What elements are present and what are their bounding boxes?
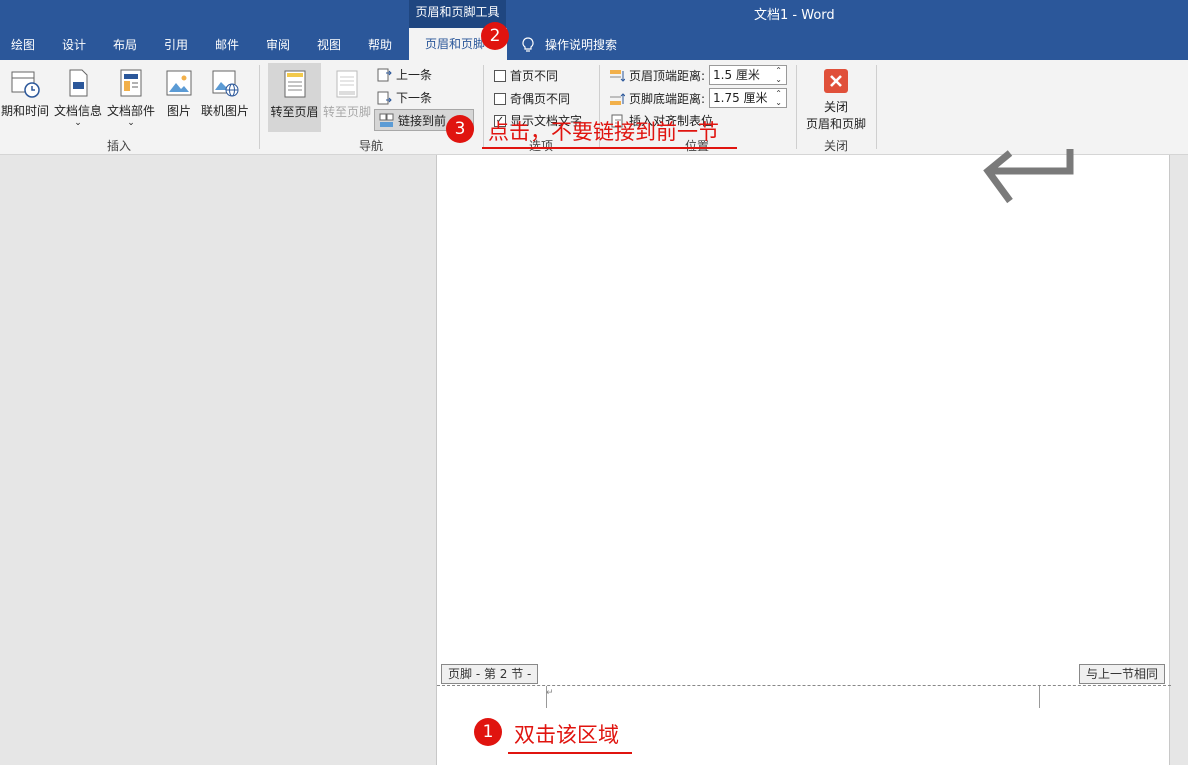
previous-section-icon [377, 68, 392, 82]
header-distance-label-row: 页眉顶端距离: [609, 67, 705, 84]
header-distance-input[interactable]: 1.5 厘米 ⌃ ⌄ [709, 65, 787, 85]
group-separator [259, 65, 260, 149]
footer-distance-input[interactable]: 1.75 厘米 ⌃ ⌄ [709, 88, 787, 108]
annotation-underline-3 [482, 147, 737, 149]
first-page-different-checkbox[interactable]: 首页不同 [494, 67, 558, 84]
group-label-navigation: 导航 [359, 139, 384, 153]
tab-layout[interactable]: 布局 [113, 36, 137, 53]
picture-label: 图片 [166, 104, 191, 118]
link-to-previous-label: 链接到前 [398, 113, 447, 128]
group-label-close: 关闭 [824, 139, 849, 153]
group-separator [483, 65, 484, 149]
annotation-text-1: 双击该区域 [514, 723, 619, 747]
same-as-previous-tag: 与上一节相同 [1078, 664, 1165, 684]
annotation-text-3: 点击，不要链接到前一节 [488, 120, 719, 144]
odd-even-different-checkbox[interactable]: 奇偶页不同 [494, 90, 570, 107]
quick-parts-label: 文档部件 [106, 104, 155, 118]
next-label: 下一条 [396, 91, 433, 105]
first-page-different-label: 首页不同 [510, 69, 559, 83]
chevron-down-icon: ⌄ [127, 118, 135, 128]
date-time-button[interactable]: 期和时间 [0, 68, 50, 119]
chevron-down-icon: ⌄ [74, 118, 82, 128]
online-picture-label: 联机图片 [200, 104, 249, 118]
footer-section-tag: 页脚 - 第 2 节 - [441, 664, 539, 684]
footer-distance-label-row: 页脚底端距离: [609, 90, 705, 107]
next-section-icon [377, 91, 392, 105]
header-distance-label: 页眉顶端距离: [629, 69, 706, 83]
tab-draw[interactable]: 绘图 [11, 36, 35, 53]
annotation-badge-3: 3 [446, 115, 474, 143]
tab-references[interactable]: 引用 [164, 36, 188, 53]
spinner-arrows-icon[interactable]: ⌃ ⌄ [775, 89, 782, 107]
group-separator [876, 65, 877, 149]
odd-even-different-label: 奇偶页不同 [510, 92, 571, 106]
goto-footer-icon [336, 70, 358, 98]
annotation-badge-1: 1 [474, 718, 502, 746]
group-separator [796, 65, 797, 149]
link-to-previous-icon [379, 113, 394, 127]
close-icon [824, 69, 848, 93]
footer-distance-value: 1.75 厘米 [713, 91, 768, 105]
previous-label: 上一条 [396, 68, 433, 82]
online-picture-icon [212, 70, 239, 97]
header-from-top-icon [610, 69, 625, 82]
quick-parts-button[interactable]: 文档部件 ⌄ [105, 68, 157, 128]
checkbox-box [494, 69, 506, 82]
document-info-button[interactable]: 文档信息 ⌄ [52, 68, 104, 128]
title-bar: 页眉和页脚工具 文档1 - Word 绘图 设计 布局 引用 邮件 审阅 视图 … [0, 0, 1188, 60]
footer-distance-label: 页脚底端距离: [629, 92, 706, 106]
spinner-arrows-icon[interactable]: ⌃ ⌄ [775, 66, 782, 84]
calendar-clock-icon [11, 71, 40, 98]
document-info-label: 文档信息 [53, 104, 102, 118]
tab-view[interactable]: 视图 [317, 36, 341, 53]
goto-footer-button: 转至页脚 [322, 69, 372, 120]
document-title: 文档1 - Word [754, 8, 835, 23]
close-header-footer-button[interactable]: 关闭 页眉和页脚 [803, 68, 869, 132]
annotation-badge-2: 2 [481, 22, 509, 50]
lightbulb-icon [522, 36, 534, 52]
online-picture-button[interactable]: 联机图片 [199, 68, 251, 119]
goto-header-icon [284, 70, 305, 98]
goto-footer-label: 转至页脚 [322, 105, 371, 119]
annotation-underline-1 [508, 752, 632, 754]
tell-me-search[interactable]: 操作说明搜索 [521, 36, 617, 53]
picture-icon [166, 70, 192, 96]
next-button[interactable]: 下一条 [377, 89, 432, 106]
close-label-line1: 关闭 [823, 100, 848, 114]
previous-button[interactable]: 上一条 [377, 66, 432, 83]
document-page[interactable]: 页脚 - 第 2 节 - 与上一节相同 ↵ [436, 149, 1171, 765]
date-time-label: 期和时间 [0, 104, 49, 118]
group-label-insert: 插入 [107, 139, 132, 153]
tab-design[interactable]: 设计 [62, 36, 86, 53]
document-info-icon [69, 69, 88, 97]
goto-header-button[interactable]: 转至页眉 [268, 63, 321, 132]
tell-me-label: 操作说明搜索 [545, 38, 618, 52]
checkbox-box [494, 92, 506, 105]
footer-from-bottom-icon [610, 92, 625, 105]
tab-help[interactable]: 帮助 [368, 36, 392, 53]
header-distance-value: 1.5 厘米 [713, 68, 760, 82]
close-label-line2: 页眉和页脚 [805, 117, 866, 131]
tab-review[interactable]: 审阅 [266, 36, 290, 53]
quick-parts-icon [120, 69, 142, 97]
paragraph-return-mark-icon [983, 149, 1074, 204]
goto-header-label: 转至页眉 [270, 105, 319, 119]
picture-button[interactable]: 图片 [160, 68, 198, 119]
tab-mailings[interactable]: 邮件 [215, 36, 239, 53]
